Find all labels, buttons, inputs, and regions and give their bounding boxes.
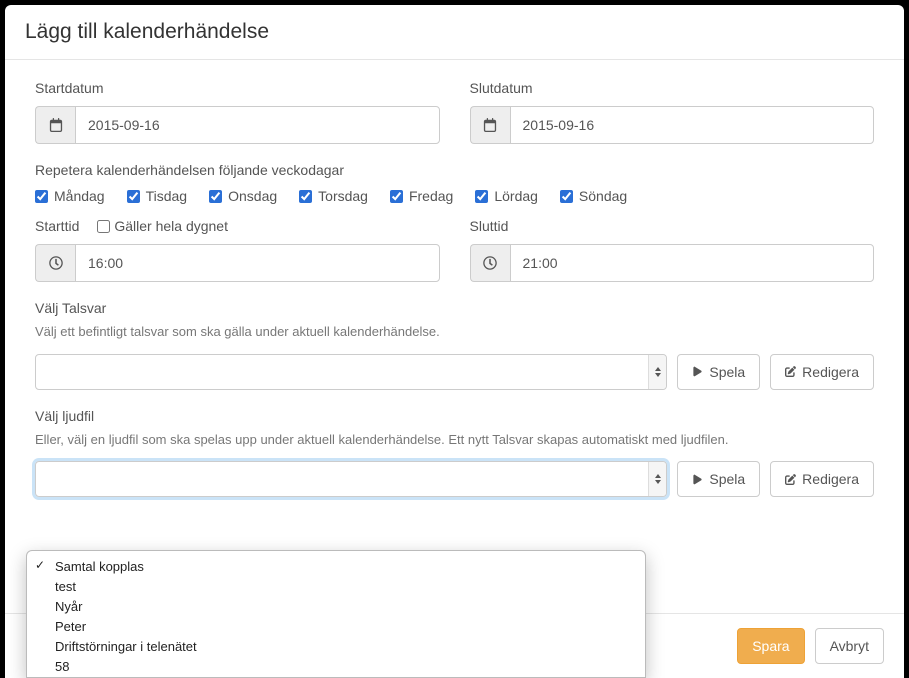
- dropdown-item[interactable]: test: [27, 577, 645, 597]
- audiofile-edit-button[interactable]: Redigera: [770, 461, 874, 497]
- start-time-col: Starttid Gäller hela dygnet: [35, 218, 440, 282]
- dropdown-item[interactable]: Samtal kopplas: [27, 557, 645, 577]
- audiofile-label: Välj ljudfil: [35, 408, 874, 424]
- end-date-col: Slutdatum: [470, 80, 875, 144]
- save-button[interactable]: Spara: [737, 628, 804, 664]
- end-time-col: Sluttid: [470, 218, 875, 282]
- end-date-group: [470, 106, 875, 144]
- play-icon: [692, 474, 703, 485]
- dropdown-item[interactable]: 58: [27, 657, 645, 677]
- talsvar-help: Välj ett befintligt talsvar som ska gäll…: [35, 322, 874, 342]
- talsvar-select-wrap: [35, 354, 667, 390]
- dropdown-item[interactable]: Driftstörningar i telenätet: [27, 637, 645, 657]
- audiofile-play-button[interactable]: Spela: [677, 461, 760, 497]
- weekday-mon-label: Måndag: [54, 188, 105, 204]
- talsvar-play-label: Spela: [709, 364, 745, 380]
- audiofile-row: Spela Redigera: [35, 461, 874, 497]
- audiofile-select-wrap: [35, 461, 667, 497]
- date-row: Startdatum Slutdatum: [35, 80, 874, 144]
- talsvar-row: Spela Redigera: [35, 354, 874, 390]
- time-row: Starttid Gäller hela dygnet Sluttid: [35, 218, 874, 282]
- weekday-thu[interactable]: Torsdag: [299, 188, 368, 204]
- play-icon: [692, 366, 703, 377]
- talsvar-edit-label: Redigera: [802, 364, 859, 380]
- audiofile-select[interactable]: [35, 461, 667, 497]
- weekday-thu-checkbox[interactable]: [299, 190, 312, 203]
- weekday-sun[interactable]: Söndag: [560, 188, 627, 204]
- dropdown-item[interactable]: Nyår: [27, 597, 645, 617]
- calendar-icon: [35, 106, 75, 144]
- modal-title: Lägg till kalenderhändelse: [25, 20, 884, 44]
- weekday-wed[interactable]: Onsdag: [209, 188, 277, 204]
- end-time-label: Sluttid: [470, 218, 875, 234]
- start-date-input[interactable]: [75, 106, 440, 144]
- cancel-button[interactable]: Avbryt: [815, 628, 884, 664]
- talsvar-label: Välj Talsvar: [35, 300, 874, 316]
- edit-icon: [785, 474, 796, 485]
- weekday-fri[interactable]: Fredag: [390, 188, 453, 204]
- start-date-label: Startdatum: [35, 80, 440, 96]
- weekday-sun-checkbox[interactable]: [560, 190, 573, 203]
- start-date-group: [35, 106, 440, 144]
- end-time-input[interactable]: [510, 244, 875, 282]
- audiofile-play-label: Spela: [709, 471, 745, 487]
- all-day-toggle[interactable]: Gäller hela dygnet: [97, 218, 228, 234]
- edit-icon: [785, 366, 796, 377]
- weekday-tue-checkbox[interactable]: [127, 190, 140, 203]
- start-date-col: Startdatum: [35, 80, 440, 144]
- clock-icon: [35, 244, 75, 282]
- weekday-sat-checkbox[interactable]: [475, 190, 488, 203]
- weekday-wed-checkbox[interactable]: [209, 190, 222, 203]
- audiofile-edit-label: Redigera: [802, 471, 859, 487]
- all-day-checkbox[interactable]: [97, 220, 110, 233]
- end-date-label: Slutdatum: [470, 80, 875, 96]
- weekday-mon[interactable]: Måndag: [35, 188, 105, 204]
- calendar-icon: [470, 106, 510, 144]
- weekday-tue[interactable]: Tisdag: [127, 188, 188, 204]
- weekday-mon-checkbox[interactable]: [35, 190, 48, 203]
- audiofile-help: Eller, välj en ljudfil som ska spelas up…: [35, 430, 874, 450]
- weekday-fri-label: Fredag: [409, 188, 453, 204]
- weekday-sat[interactable]: Lördag: [475, 188, 538, 204]
- talsvar-edit-button[interactable]: Redigera: [770, 354, 874, 390]
- start-time-input[interactable]: [75, 244, 440, 282]
- end-date-input[interactable]: [510, 106, 875, 144]
- weekday-row: Måndag Tisdag Onsdag Torsdag Fredag Lörd…: [35, 188, 874, 204]
- modal-body: Startdatum Slutdatum Repeter: [5, 60, 904, 613]
- talsvar-play-button[interactable]: Spela: [677, 354, 760, 390]
- weekday-sun-label: Söndag: [579, 188, 627, 204]
- weekday-thu-label: Torsdag: [318, 188, 368, 204]
- end-time-group: [470, 244, 875, 282]
- weekday-wed-label: Onsdag: [228, 188, 277, 204]
- dropdown-item[interactable]: Peter: [27, 617, 645, 637]
- modal-header: Lägg till kalenderhändelse: [5, 5, 904, 60]
- audiofile-dropdown-popup: Samtal kopplas test Nyår Peter Driftstör…: [26, 550, 646, 678]
- weekday-tue-label: Tisdag: [146, 188, 188, 204]
- start-time-group: [35, 244, 440, 282]
- all-day-label: Gäller hela dygnet: [114, 218, 228, 234]
- clock-icon: [470, 244, 510, 282]
- weekday-fri-checkbox[interactable]: [390, 190, 403, 203]
- talsvar-select[interactable]: [35, 354, 667, 390]
- weekday-sat-label: Lördag: [494, 188, 538, 204]
- repeat-label: Repetera kalenderhändelsen följande veck…: [35, 162, 874, 178]
- start-time-label: Starttid: [35, 218, 79, 234]
